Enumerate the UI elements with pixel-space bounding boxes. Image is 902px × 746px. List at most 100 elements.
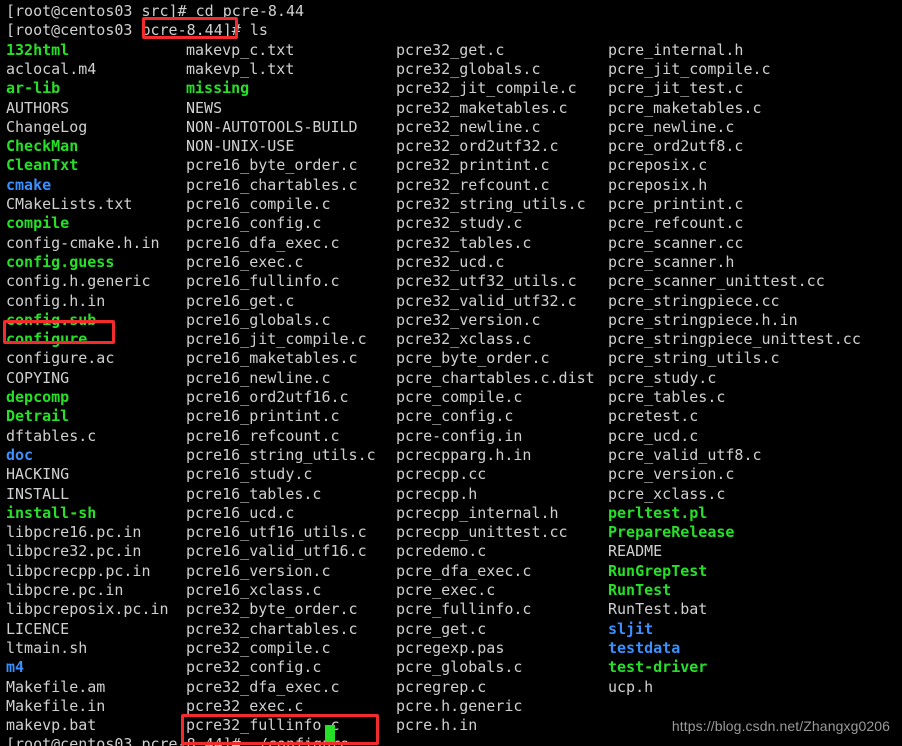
file-entry: ar-lib: [6, 79, 61, 98]
file-entry: pcre_internal.h: [608, 40, 744, 59]
file-entry: pcre16_newline.c: [186, 368, 331, 387]
file-entry: perltest.pl: [608, 503, 708, 522]
file-entry: sljit: [608, 619, 654, 638]
file-entry: pcre16_ucd.c: [186, 503, 295, 522]
file-entry: pcre16_string_utils.c: [186, 445, 376, 464]
file-entry: pcrecpp.cc: [396, 465, 487, 484]
file-entry: pcre32_exec.c: [186, 696, 304, 715]
file-entry: pcregrep.c: [396, 677, 487, 696]
file-entry: config.sub: [6, 310, 97, 329]
file-entry: pcre16_fullinfo.c: [186, 272, 340, 291]
file-entry: pcre32_dfa_exec.c: [186, 677, 340, 696]
file-entry: makevp_c.txt: [186, 40, 295, 59]
file-entry: libpcre.pc.in: [6, 581, 124, 599]
file-entry: pcre.h.in: [396, 716, 478, 735]
file-entry: pcre16_exec.c: [186, 252, 304, 271]
file-entry: aclocal.m4: [6, 59, 97, 78]
file-entry: pcre32_valid_utf32.c: [396, 291, 577, 310]
file-entry: pcreposix.c: [608, 156, 708, 175]
file-entry: pcre16_jit_compile.c: [186, 330, 367, 349]
file-entry: Makefile.in: [6, 696, 106, 715]
file-entry: cmake: [6, 175, 52, 194]
file-entry: pcre16_maketables.c: [186, 349, 358, 368]
file-entry: pcre_stringpiece.cc: [608, 291, 780, 310]
file-entry: pcre_byte_order.c: [396, 349, 550, 368]
file-entry: CleanTxt: [6, 156, 79, 175]
file-entry: dftables.c: [6, 426, 97, 445]
file-entry: pcre32_printint.c: [396, 156, 550, 175]
file-entry: pcre_maketables.c: [608, 98, 762, 117]
file-entry: pcre_compile.c: [396, 388, 523, 406]
file-entry: pcredemo.c: [396, 542, 487, 561]
file-entry: makevp_l.txt: [186, 59, 295, 78]
text-cursor: [325, 725, 335, 742]
terminal-window[interactable]: [root@centos03 src]# cd pcre-8.44 [root@c…: [0, 0, 902, 746]
file-entry: pcre16_tables.c: [186, 484, 322, 503]
file-entry: pcre32_byte_order.c: [186, 600, 358, 619]
file-entry: pcrecpparg.h.in: [396, 445, 532, 464]
file-entry: pcre32_string_utils.c: [396, 195, 586, 213]
file-entry: pcre_jit_test.c: [608, 79, 744, 98]
file-entry: pcre16_valid_utf16.c: [186, 542, 367, 561]
file-entry: pcre_config.c: [396, 407, 514, 426]
file-entry: pcrecpp_unittest.cc: [396, 523, 568, 542]
file-entry: pcre_version.c: [608, 465, 735, 484]
file-entry: pcre32_utf32_utils.c: [396, 272, 577, 291]
file-entry: PrepareRelease: [608, 523, 735, 542]
file-entry: RunTest.bat: [608, 600, 708, 619]
file-entry: HACKING: [6, 465, 70, 484]
file-entry: INSTALL: [6, 484, 70, 503]
file-entry: pcre_globals.c: [396, 658, 523, 677]
file-entry: pcre16_refcount.c: [186, 426, 340, 445]
file-entry: pcrecpp_internal.h: [396, 503, 559, 522]
prompt-line: [root@centos03 pcre-8.44]# ls: [6, 21, 268, 40]
file-entry: libpcre16.pc.in: [6, 523, 142, 542]
file-entry: pcre_exec.c: [396, 581, 496, 599]
file-entry: pcre32_tables.c: [396, 233, 532, 252]
file-entry: pcre_dfa_exec.c: [396, 561, 532, 580]
file-entry: pcretest.c: [608, 407, 699, 426]
file-entry: pcre-config.in: [396, 426, 523, 445]
file-entry: pcre16_xclass.c: [186, 581, 322, 599]
file-entry: configure.ac: [6, 349, 115, 368]
file-entry: pcre_newline.c: [608, 117, 735, 136]
file-entry: libpcreposix.pc.in: [6, 600, 169, 619]
file-entry: pcre_scanner.cc: [608, 233, 744, 252]
file-entry: pcre_tables.c: [608, 388, 726, 406]
file-entry: pcre.h.generic: [396, 696, 523, 715]
file-entry: libpcrecpp.pc.in: [6, 561, 151, 580]
file-entry: Detrail: [6, 407, 70, 426]
file-entry: pcre_ord2utf8.c: [608, 137, 744, 156]
file-entry: libpcre32.pc.in: [6, 542, 142, 561]
file-entry: pcre_printint.c: [608, 195, 744, 213]
file-entry: pcre32_ucd.c: [396, 252, 505, 271]
file-entry: pcre32_version.c: [396, 310, 541, 329]
file-entry: pcre32_fullinfo.c: [186, 716, 340, 735]
file-entry: config.h.in: [6, 291, 106, 310]
file-entry: pcregexp.pas: [396, 638, 505, 657]
file-entry: makevp.bat: [6, 716, 97, 735]
file-entry: RunTest: [608, 581, 672, 599]
file-entry: config.guess: [6, 252, 115, 271]
file-entry: pcre16_get.c: [186, 291, 295, 310]
file-entry: CMakeLists.txt: [6, 195, 133, 213]
file-entry: pcre_scanner.h: [608, 252, 735, 271]
watermark-url: https://blog.csdn.net/Zhangxg0206: [671, 717, 890, 734]
file-entry: doc: [6, 445, 34, 464]
file-entry: install-sh: [6, 503, 97, 522]
file-entry: pcre32_chartables.c: [186, 619, 358, 638]
file-entry: pcre32_jit_compile.c: [396, 79, 577, 98]
file-entry: pcre16_chartables.c: [186, 175, 358, 194]
file-entry: ChangeLog: [6, 117, 88, 136]
file-entry: AUTHORS: [6, 98, 70, 117]
file-entry: README: [608, 542, 663, 561]
file-entry: pcre32_refcount.c: [396, 175, 550, 194]
file-entry: pcre_string_utils.c: [608, 349, 780, 368]
file-entry: testdata: [608, 638, 681, 657]
file-entry: pcre32_study.c: [396, 214, 523, 233]
file-entry: pcre32_get.c: [396, 40, 505, 59]
file-entry: NON-AUTOTOOLS-BUILD: [186, 117, 358, 136]
prompt-line: [root@centos03 src]# cd pcre-8.44: [6, 2, 305, 20]
file-entry: NEWS: [186, 98, 223, 117]
file-entry: pcre16_byte_order.c: [186, 156, 358, 175]
